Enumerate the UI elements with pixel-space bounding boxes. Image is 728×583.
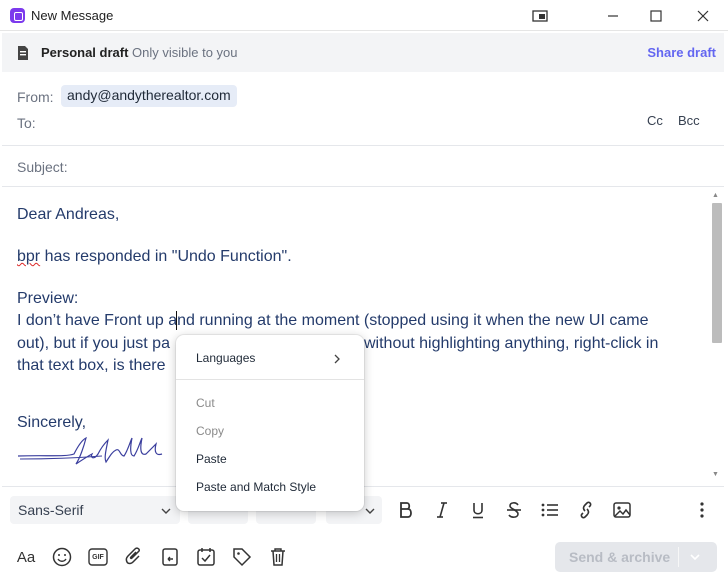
- gif-icon-label: GIF: [92, 553, 104, 561]
- link-icon[interactable]: [575, 499, 597, 521]
- close-icon[interactable]: [680, 0, 726, 31]
- scroll-down-icon[interactable]: ▼: [712, 471, 719, 478]
- to-label: To:: [17, 115, 36, 131]
- bold-icon[interactable]: [395, 499, 417, 521]
- app-logo-icon: [10, 8, 25, 23]
- text-format-icon[interactable]: Aa: [15, 546, 37, 568]
- gif-icon[interactable]: GIF: [87, 546, 109, 568]
- bottom-action-bar: Aa GIF Send & archive: [2, 533, 724, 581]
- tag-icon[interactable]: [231, 546, 253, 568]
- share-draft-button[interactable]: Share draft: [647, 45, 716, 60]
- draft-document-icon: [16, 45, 30, 66]
- preview-line-2-end: without highlighting anything, right-cli…: [364, 335, 659, 352]
- strikethrough-icon[interactable]: [503, 499, 525, 521]
- text-cursor: [176, 311, 177, 330]
- chevron-right-icon: [333, 352, 341, 370]
- menu-item-paste-and-match-style[interactable]: Paste and Match Style: [196, 480, 316, 494]
- italic-icon[interactable]: [431, 499, 453, 521]
- preview-line-3: that text box, is there: [17, 357, 166, 374]
- menu-separator: [176, 379, 364, 380]
- chevron-down-icon: [160, 504, 172, 522]
- body-greeting: Dear Andreas,: [17, 206, 120, 223]
- draft-visibility-note: Only visible to you: [132, 45, 238, 60]
- bcc-button[interactable]: Bcc: [678, 113, 700, 128]
- send-options-chevron-icon[interactable]: [688, 550, 702, 569]
- title-bar: New Message: [0, 0, 728, 31]
- schedule-send-icon[interactable]: [195, 546, 217, 568]
- menu-item-languages[interactable]: Languages: [196, 351, 255, 365]
- scroll-up-icon[interactable]: ▲: [712, 192, 719, 199]
- popout-icon[interactable]: [517, 0, 563, 31]
- divider: [2, 145, 724, 146]
- body-response-text: has responded in "Undo Function".: [40, 248, 292, 265]
- attachment-icon[interactable]: [123, 546, 145, 568]
- insert-image-icon[interactable]: [611, 499, 633, 521]
- bulleted-list-icon[interactable]: [539, 499, 561, 521]
- font-family-value: Sans-Serif: [18, 502, 84, 518]
- send-and-archive-label: Send & archive: [569, 549, 671, 565]
- text-format-icon-label: Aa: [16, 548, 36, 566]
- to-input[interactable]: [46, 110, 626, 134]
- subject-label: Subject:: [17, 159, 68, 175]
- scrollbar-thumb[interactable]: [712, 203, 722, 343]
- minimize-icon[interactable]: [590, 0, 636, 31]
- send-and-archive-button[interactable]: Send & archive: [555, 542, 717, 572]
- from-address-chip[interactable]: andy@andytherealtor.com: [61, 85, 237, 107]
- reply-template-icon[interactable]: [159, 546, 181, 568]
- misspelled-word: bpr: [17, 248, 41, 265]
- window-title: New Message: [31, 8, 114, 23]
- subject-input[interactable]: [80, 153, 710, 179]
- preview-label: Preview:: [17, 290, 79, 307]
- send-button-divider: [678, 547, 679, 567]
- cc-button[interactable]: Cc: [647, 113, 663, 128]
- menu-item-copy[interactable]: Copy: [196, 424, 224, 438]
- preview-line-1: I don’t have Front up and running at the…: [17, 312, 649, 329]
- personal-draft-bar: Personal draft Only visible to you Share…: [2, 33, 724, 72]
- body-line-response: bpr has responded in "Undo Function".: [17, 248, 292, 266]
- menu-item-paste[interactable]: Paste: [196, 452, 227, 466]
- closing-text: Sincerely,: [17, 414, 87, 431]
- font-family-select[interactable]: Sans-Serif: [10, 496, 180, 524]
- context-menu: Languages Cut Copy Paste Paste and Match…: [176, 335, 364, 511]
- underline-icon[interactable]: [467, 499, 489, 521]
- delete-draft-icon[interactable]: [267, 546, 289, 568]
- divider: [2, 186, 724, 187]
- maximize-icon[interactable]: [633, 0, 679, 31]
- menu-item-cut[interactable]: Cut: [196, 396, 215, 410]
- draft-title: Personal draft: [41, 45, 129, 60]
- signature-image: [16, 432, 178, 472]
- preview-line-2-start: out), but if you just pa: [17, 335, 170, 352]
- chevron-down-icon: [364, 504, 376, 522]
- more-options-icon[interactable]: [691, 499, 713, 521]
- emoji-icon[interactable]: [51, 546, 73, 568]
- from-label: From:: [17, 89, 54, 105]
